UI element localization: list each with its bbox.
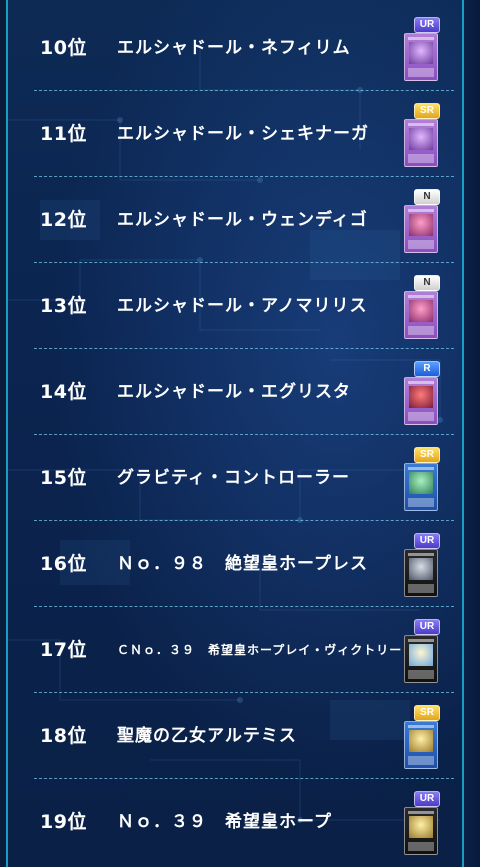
- fusion-card-icon: [404, 33, 438, 81]
- xyz-card-icon: [404, 549, 438, 597]
- rarity-badge: SR: [414, 447, 440, 463]
- rank-label: 15位: [40, 467, 87, 489]
- card-thumbnail[interactable]: UR: [404, 791, 440, 855]
- card-thumbnail[interactable]: SR: [404, 705, 440, 769]
- fusion-card-icon: [404, 119, 438, 167]
- fusion-card-icon: [404, 291, 438, 339]
- ranking-row[interactable]: 18位 聖魔の乙女アルテミス SR: [0, 693, 480, 779]
- card-name: エルシャドール・アノマリリス: [117, 296, 368, 316]
- rarity-badge: N: [414, 189, 440, 205]
- rarity-badge: UR: [414, 17, 440, 33]
- ranking-row[interactable]: 16位 Ｎｏ．９８ 絶望皇ホープレス UR: [0, 521, 480, 607]
- card-name: 聖魔の乙女アルテミス: [117, 726, 297, 746]
- card-name: Ｎｏ．３９ 希望皇ホープ: [117, 812, 332, 832]
- rarity-badge: UR: [414, 791, 440, 807]
- rarity-badge: N: [414, 275, 440, 291]
- rarity-badge: UR: [414, 533, 440, 549]
- ranking-row[interactable]: 11位 エルシャドール・シェキナーガ SR: [0, 91, 480, 177]
- card-thumbnail[interactable]: UR: [404, 619, 440, 683]
- card-name: グラビティ・コントローラー: [117, 468, 350, 488]
- rank-label: 10位: [40, 37, 87, 59]
- card-name: エルシャドール・シェキナーガ: [117, 124, 369, 144]
- rank-label: 12位: [40, 209, 87, 231]
- ranking-row[interactable]: 17位 ＣＮｏ．３９ 希望皇ホープレイ・ヴィクトリー UR: [0, 607, 480, 693]
- card-thumbnail[interactable]: N: [404, 275, 440, 339]
- rarity-badge: R: [414, 361, 440, 377]
- fusion-card-icon: [404, 377, 438, 425]
- xyz-card-icon: [404, 635, 438, 683]
- xyz-card-icon: [404, 807, 438, 855]
- card-thumbnail[interactable]: UR: [404, 17, 440, 81]
- link-card-icon: [404, 463, 438, 511]
- card-name: エルシャドール・エグリスタ: [117, 382, 351, 402]
- card-thumbnail[interactable]: N: [404, 189, 440, 253]
- rarity-badge: SR: [414, 103, 440, 119]
- ranking-row[interactable]: 14位 エルシャドール・エグリスタ R: [0, 349, 480, 435]
- rank-label: 19位: [40, 811, 87, 833]
- ranking-row[interactable]: 19位 Ｎｏ．３９ 希望皇ホープ UR: [0, 779, 480, 865]
- rank-label: 18位: [40, 725, 87, 747]
- card-thumbnail[interactable]: R: [404, 361, 440, 425]
- card-name: エルシャドール・ウェンディゴ: [117, 210, 368, 230]
- card-name: Ｎｏ．９８ 絶望皇ホープレス: [117, 554, 368, 574]
- card-thumbnail[interactable]: SR: [404, 447, 440, 511]
- ranking-row[interactable]: 13位 エルシャドール・アノマリリス N: [0, 263, 480, 349]
- ranking-row[interactable]: 10位 エルシャドール・ネフィリム UR: [0, 5, 480, 91]
- link-card-icon: [404, 721, 438, 769]
- rarity-badge: SR: [414, 705, 440, 721]
- ranking-row[interactable]: 15位 グラビティ・コントローラー SR: [0, 435, 480, 521]
- rarity-badge: UR: [414, 619, 440, 635]
- card-thumbnail[interactable]: SR: [404, 103, 440, 167]
- card-thumbnail[interactable]: UR: [404, 533, 440, 597]
- rank-label: 16位: [40, 553, 87, 575]
- ranking-row[interactable]: 12位 エルシャドール・ウェンディゴ N: [0, 177, 480, 263]
- rank-label: 14位: [40, 381, 87, 403]
- card-name: エルシャドール・ネフィリム: [117, 38, 351, 58]
- rank-label: 17位: [40, 639, 87, 661]
- card-name: ＣＮｏ．３９ 希望皇ホープレイ・ヴィクトリー: [117, 643, 403, 657]
- rank-label: 13位: [40, 295, 87, 317]
- rank-label: 11位: [40, 123, 87, 145]
- fusion-card-icon: [404, 205, 438, 253]
